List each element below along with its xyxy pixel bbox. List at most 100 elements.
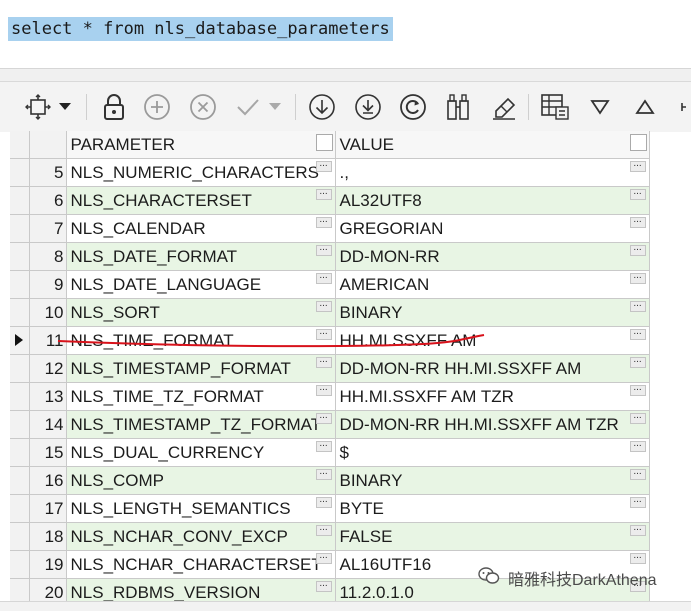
ellipsis-button[interactable]: ...: [629, 271, 646, 284]
row-indicator[interactable]: [10, 214, 30, 243]
row-indicator[interactable]: [10, 578, 30, 601]
table-row[interactable]: 15 NLS_DUAL_CURRENCY... $...: [10, 438, 650, 467]
ellipsis-button[interactable]: ...: [315, 439, 332, 452]
ellipsis-button[interactable]: ...: [315, 271, 332, 284]
parameter-cell[interactable]: NLS_NCHAR_CHARACTERSET...: [66, 550, 336, 579]
result-grid[interactable]: PARAMETER VALUE 5 NLS_NUMERIC_CHARACTERS.…: [10, 131, 650, 601]
ellipsis-button[interactable]: ...: [315, 467, 332, 480]
value-cell[interactable]: DD-MON-RR HH.MI.SSXFF AM TZR...: [335, 410, 650, 439]
table-row[interactable]: 5 NLS_NUMERIC_CHARACTERS....,...: [10, 158, 650, 187]
row-indicator[interactable]: [10, 410, 30, 439]
value-cell[interactable]: $...: [335, 438, 650, 467]
row-indicator[interactable]: [10, 382, 30, 411]
parameter-cell[interactable]: NLS_DATE_LANGUAGE...: [66, 270, 336, 299]
row-indicator[interactable]: [10, 550, 30, 579]
parameter-cell[interactable]: NLS_RDBMS_VERSION...: [66, 578, 336, 601]
corner-cell[interactable]: [10, 131, 30, 159]
commit-check-icon[interactable]: [232, 91, 264, 123]
ellipsis-button[interactable]: ...: [315, 299, 332, 312]
table-row[interactable]: 17 NLS_LENGTH_SEMANTICS... BYTE...: [10, 494, 650, 523]
overflow-icon[interactable]: [674, 91, 691, 123]
parameter-cell[interactable]: NLS_LENGTH_SEMANTICS...: [66, 494, 336, 523]
add-icon[interactable]: [141, 91, 173, 123]
value-cell[interactable]: HH.MI.SSXFF AM...: [335, 326, 650, 355]
row-indicator[interactable]: [10, 242, 30, 271]
ellipsis-button[interactable]: ...: [315, 355, 332, 368]
parameter-cell[interactable]: NLS_CHARACTERSET...: [66, 186, 336, 215]
ellipsis-button[interactable]: ...: [315, 243, 332, 256]
sql-query-text[interactable]: select * from nls_database_parameters: [8, 17, 393, 41]
row-indicator[interactable]: [10, 270, 30, 299]
ellipsis-button[interactable]: ...: [629, 355, 646, 368]
ellipsis-button[interactable]: ...: [315, 411, 332, 424]
table-row[interactable]: 12 NLS_TIMESTAMP_FORMAT... DD-MON-RR HH.MI…: [10, 354, 650, 383]
delete-icon[interactable]: [187, 91, 219, 123]
ellipsis-button[interactable]: ...: [629, 299, 646, 312]
table-row[interactable]: 13 NLS_TIME_TZ_FORMAT... HH.MI.SSXFF AM TZ…: [10, 382, 650, 411]
sort-ascending-icon[interactable]: [629, 91, 661, 123]
column-filter-box[interactable]: [315, 134, 333, 151]
parameter-cell[interactable]: NLS_TIME_TZ_FORMAT...: [66, 382, 336, 411]
table-row[interactable]: 9 NLS_DATE_LANGUAGE... AMERICAN...: [10, 270, 650, 299]
table-row[interactable]: 18 NLS_NCHAR_CONV_EXCP... FALSE...: [10, 522, 650, 551]
parameter-cell[interactable]: NLS_SORT...: [66, 298, 336, 327]
column-header-parameter[interactable]: PARAMETER: [66, 131, 336, 159]
sql-editor[interactable]: select * from nls_database_parameters: [0, 0, 691, 69]
value-cell[interactable]: BYTE...: [335, 494, 650, 523]
table-row[interactable]: 6 NLS_CHARACTERSET... AL32UTF8...: [10, 186, 650, 215]
row-indicator[interactable]: [10, 298, 30, 327]
parameter-cell[interactable]: NLS_TIME_FORMAT...: [66, 326, 336, 355]
ellipsis-button[interactable]: ...: [629, 411, 646, 424]
value-cell[interactable]: GREGORIAN...: [335, 214, 650, 243]
ellipsis-button[interactable]: ...: [629, 243, 646, 256]
sort-descending-icon[interactable]: [584, 91, 616, 123]
value-cell[interactable]: AL32UTF8...: [335, 186, 650, 215]
parameter-cell[interactable]: NLS_TIMESTAMP_FORMAT...: [66, 354, 336, 383]
value-cell[interactable]: .,...: [335, 158, 650, 187]
table-row[interactable]: 16 NLS_COMP... BINARY...: [10, 466, 650, 495]
commit-dropdown-icon[interactable]: [266, 91, 284, 123]
parameter-cell[interactable]: NLS_NUMERIC_CHARACTERS...: [66, 158, 336, 187]
fetch-next-icon[interactable]: [306, 91, 338, 123]
table-row[interactable]: 8 NLS_DATE_FORMAT... DD-MON-RR...: [10, 242, 650, 271]
parameter-cell[interactable]: NLS_DATE_FORMAT...: [66, 242, 336, 271]
ellipsis-button[interactable]: ...: [629, 327, 646, 340]
column-header-value[interactable]: VALUE: [335, 131, 650, 159]
row-indicator[interactable]: [10, 466, 30, 495]
value-cell[interactable]: DD-MON-RR...: [335, 242, 650, 271]
refresh-icon[interactable]: [397, 91, 429, 123]
ellipsis-button[interactable]: ...: [629, 551, 646, 564]
ellipsis-button[interactable]: ...: [629, 467, 646, 480]
column-filter-box[interactable]: [629, 134, 647, 151]
table-row[interactable]: 10 NLS_SORT... BINARY...: [10, 298, 650, 327]
ellipsis-button[interactable]: ...: [629, 495, 646, 508]
row-indicator[interactable]: [10, 438, 30, 467]
parameter-cell[interactable]: NLS_TIMESTAMP_TZ_FORMAT...: [66, 410, 336, 439]
value-cell[interactable]: AMERICAN...: [335, 270, 650, 299]
lock-icon[interactable]: [98, 91, 130, 123]
ellipsis-button[interactable]: ...: [629, 159, 646, 172]
ellipsis-button[interactable]: ...: [315, 495, 332, 508]
value-cell[interactable]: BINARY...: [335, 466, 650, 495]
ellipsis-button[interactable]: ...: [315, 551, 332, 564]
row-indicator[interactable]: [10, 354, 30, 383]
clear-icon[interactable]: [488, 91, 520, 123]
row-indicator[interactable]: [10, 522, 30, 551]
parameter-cell[interactable]: NLS_DUAL_CURRENCY...: [66, 438, 336, 467]
ellipsis-button[interactable]: ...: [315, 579, 332, 592]
value-cell[interactable]: FALSE...: [335, 522, 650, 551]
fetch-all-icon[interactable]: [352, 91, 384, 123]
parameter-cell[interactable]: NLS_COMP...: [66, 466, 336, 495]
ellipsis-button[interactable]: ...: [629, 187, 646, 200]
ellipsis-button[interactable]: ...: [629, 523, 646, 536]
parameter-cell[interactable]: NLS_CALENDAR...: [66, 214, 336, 243]
row-indicator[interactable]: [10, 158, 30, 187]
ellipsis-button[interactable]: ...: [629, 215, 646, 228]
row-indicator[interactable]: [10, 494, 30, 523]
columns-icon[interactable]: [539, 91, 571, 123]
ellipsis-button[interactable]: ...: [315, 327, 332, 340]
ellipsis-button[interactable]: ...: [629, 383, 646, 396]
ellipsis-button[interactable]: ...: [315, 159, 332, 172]
ellipsis-button[interactable]: ...: [315, 383, 332, 396]
filter-value-icon[interactable]: [442, 91, 474, 123]
